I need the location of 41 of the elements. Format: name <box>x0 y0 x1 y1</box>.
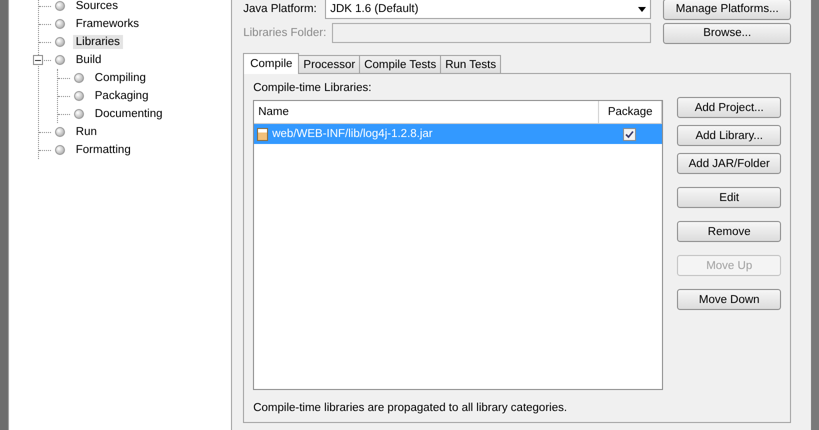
info-text: Compile-time libraries are propagated to all library categories. <box>253 402 568 414</box>
action-button[interactable]: Move Down <box>677 289 782 310</box>
node-icon <box>74 91 84 101</box>
node-icon <box>54 55 65 65</box>
tree-item[interactable]: Build <box>72 53 104 67</box>
action-button[interactable]: Add Project... <box>677 97 782 118</box>
list-label: Compile-time Libraries: <box>253 82 372 94</box>
field-label: Libraries Folder: <box>243 27 326 39</box>
node-icon <box>54 37 65 47</box>
tree-item[interactable]: Sources <box>72 0 121 13</box>
tree-item[interactable]: Run <box>72 125 100 139</box>
node-icon <box>54 145 65 155</box>
caret-icon <box>638 6 646 12</box>
action-button[interactable]: Edit <box>677 187 782 208</box>
tree-item[interactable]: Libraries <box>72 35 123 49</box>
tree-item[interactable]: Frameworks <box>72 17 142 31</box>
tree-item[interactable]: Formatting <box>72 143 134 157</box>
tab[interactable]: Processor <box>298 55 360 73</box>
column-header[interactable]: Package <box>599 101 662 123</box>
tab[interactable]: Run Tests <box>440 55 502 73</box>
checkbox[interactable] <box>622 128 636 140</box>
action-button[interactable]: Add JAR/Folder <box>677 153 782 174</box>
node-icon <box>74 73 84 83</box>
input-field[interactable] <box>332 23 652 43</box>
action-button[interactable]: Add Library... <box>677 125 782 146</box>
tree-item[interactable]: Documenting <box>92 107 166 121</box>
column-header[interactable]: Name <box>254 101 600 123</box>
tab[interactable]: Compile Tests <box>359 55 442 73</box>
tree-item[interactable]: Packaging <box>92 89 152 103</box>
tree-item[interactable]: Compiling <box>92 71 149 85</box>
platform-dropdown[interactable]: JDK 1.6 (Default) <box>325 0 652 19</box>
jar-icon <box>257 128 268 140</box>
action-button[interactable]: Remove <box>677 221 782 242</box>
node-icon <box>54 19 65 29</box>
field-label: Java Platform: <box>243 3 318 15</box>
collapse-icon[interactable] <box>32 55 43 65</box>
node-icon <box>54 127 65 137</box>
manage-platforms-button[interactable]: Manage Platforms... <box>663 0 792 20</box>
table-cell: web/WEB-INF/lib/log4j-1.2.8.jar <box>272 128 433 140</box>
tab[interactable]: Compile <box>243 53 300 74</box>
node-icon <box>74 109 84 119</box>
